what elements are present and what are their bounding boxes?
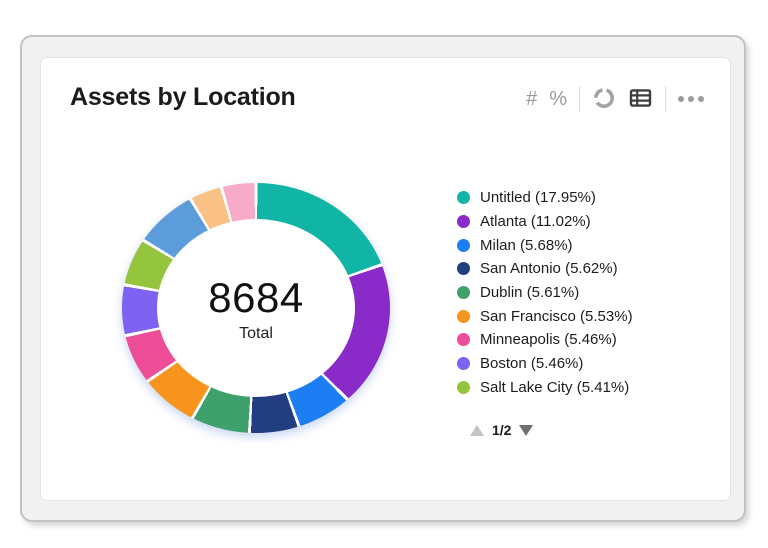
dashboard-panel: Assets by Location # % 8684 Total Untitl… — [20, 35, 746, 522]
legend-item[interactable]: Minneapolis (5.46%) — [457, 328, 633, 352]
legend-next-button[interactable] — [519, 424, 534, 436]
legend-color-dot — [457, 333, 470, 347]
number-format-button[interactable]: # — [526, 88, 537, 111]
legend-color-dot — [457, 309, 470, 323]
legend-item[interactable]: Dublin (5.61%) — [457, 281, 633, 305]
chart-legend: Untitled (17.95%) Atlanta (11.02%) Milan (… — [457, 186, 633, 399]
legend-color-dot — [457, 262, 470, 276]
more-options-button[interactable] — [678, 96, 704, 102]
card-title: Assets by Location — [70, 83, 296, 111]
donut-chart[interactable]: 8684 Total — [122, 183, 390, 433]
total-label: Total — [239, 324, 273, 342]
ellipsis-icon — [678, 96, 704, 102]
legend-item-label: Minneapolis (5.46%) — [480, 331, 617, 349]
legend-color-dot — [457, 380, 470, 394]
legend-item[interactable]: Boston (5.46%) — [457, 352, 633, 376]
legend-color-dot — [457, 238, 470, 252]
legend-item-label: Boston (5.46%) — [480, 355, 584, 373]
legend-page-indicator: 1/2 — [492, 422, 512, 438]
legend-color-dot — [457, 357, 470, 371]
total-value: 8684 — [208, 273, 304, 321]
legend-color-dot — [457, 191, 470, 205]
toolbar-divider — [579, 86, 580, 112]
donut-center: 8684 Total — [157, 219, 355, 397]
percent-format-button[interactable]: % — [549, 88, 567, 111]
legend-color-dot — [457, 286, 470, 300]
table-view-button[interactable] — [628, 86, 653, 113]
legend-pager: 1/2 — [470, 422, 534, 438]
legend-item[interactable]: Atlanta (11.02%) — [457, 210, 633, 234]
legend-item[interactable]: San Antonio (5.62%) — [457, 257, 633, 281]
toolbar-divider — [665, 86, 666, 112]
donut-view-button[interactable] — [592, 86, 616, 113]
legend-item-label: Milan (5.68%) — [480, 236, 573, 254]
screenshot-page: Assets by Location # % 8684 Total Untitl… — [0, 0, 768, 548]
legend-item[interactable]: Milan (5.68%) — [457, 233, 633, 257]
legend-item-label: Atlanta (11.02%) — [480, 213, 591, 231]
legend-item-label: Untitled (17.95%) — [480, 189, 596, 207]
assets-by-location-card: Assets by Location # % 8684 Total Untitl… — [40, 57, 731, 501]
legend-item[interactable]: Salt Lake City (5.41%) — [457, 376, 633, 400]
legend-item[interactable]: Untitled (17.95%) — [457, 186, 633, 210]
legend-item-label: San Francisco (5.53%) — [480, 307, 633, 325]
legend-item[interactable]: San Francisco (5.53%) — [457, 304, 633, 328]
legend-prev-button[interactable] — [470, 424, 484, 436]
legend-item-label: San Antonio (5.62%) — [480, 260, 618, 278]
legend-color-dot — [457, 215, 470, 229]
legend-item-label: Salt Lake City (5.41%) — [480, 378, 630, 396]
table-view-icon — [628, 86, 653, 113]
donut-chart-icon — [592, 86, 616, 113]
legend-item-label: Dublin (5.61%) — [480, 284, 580, 302]
card-toolbar: # % — [526, 84, 704, 114]
